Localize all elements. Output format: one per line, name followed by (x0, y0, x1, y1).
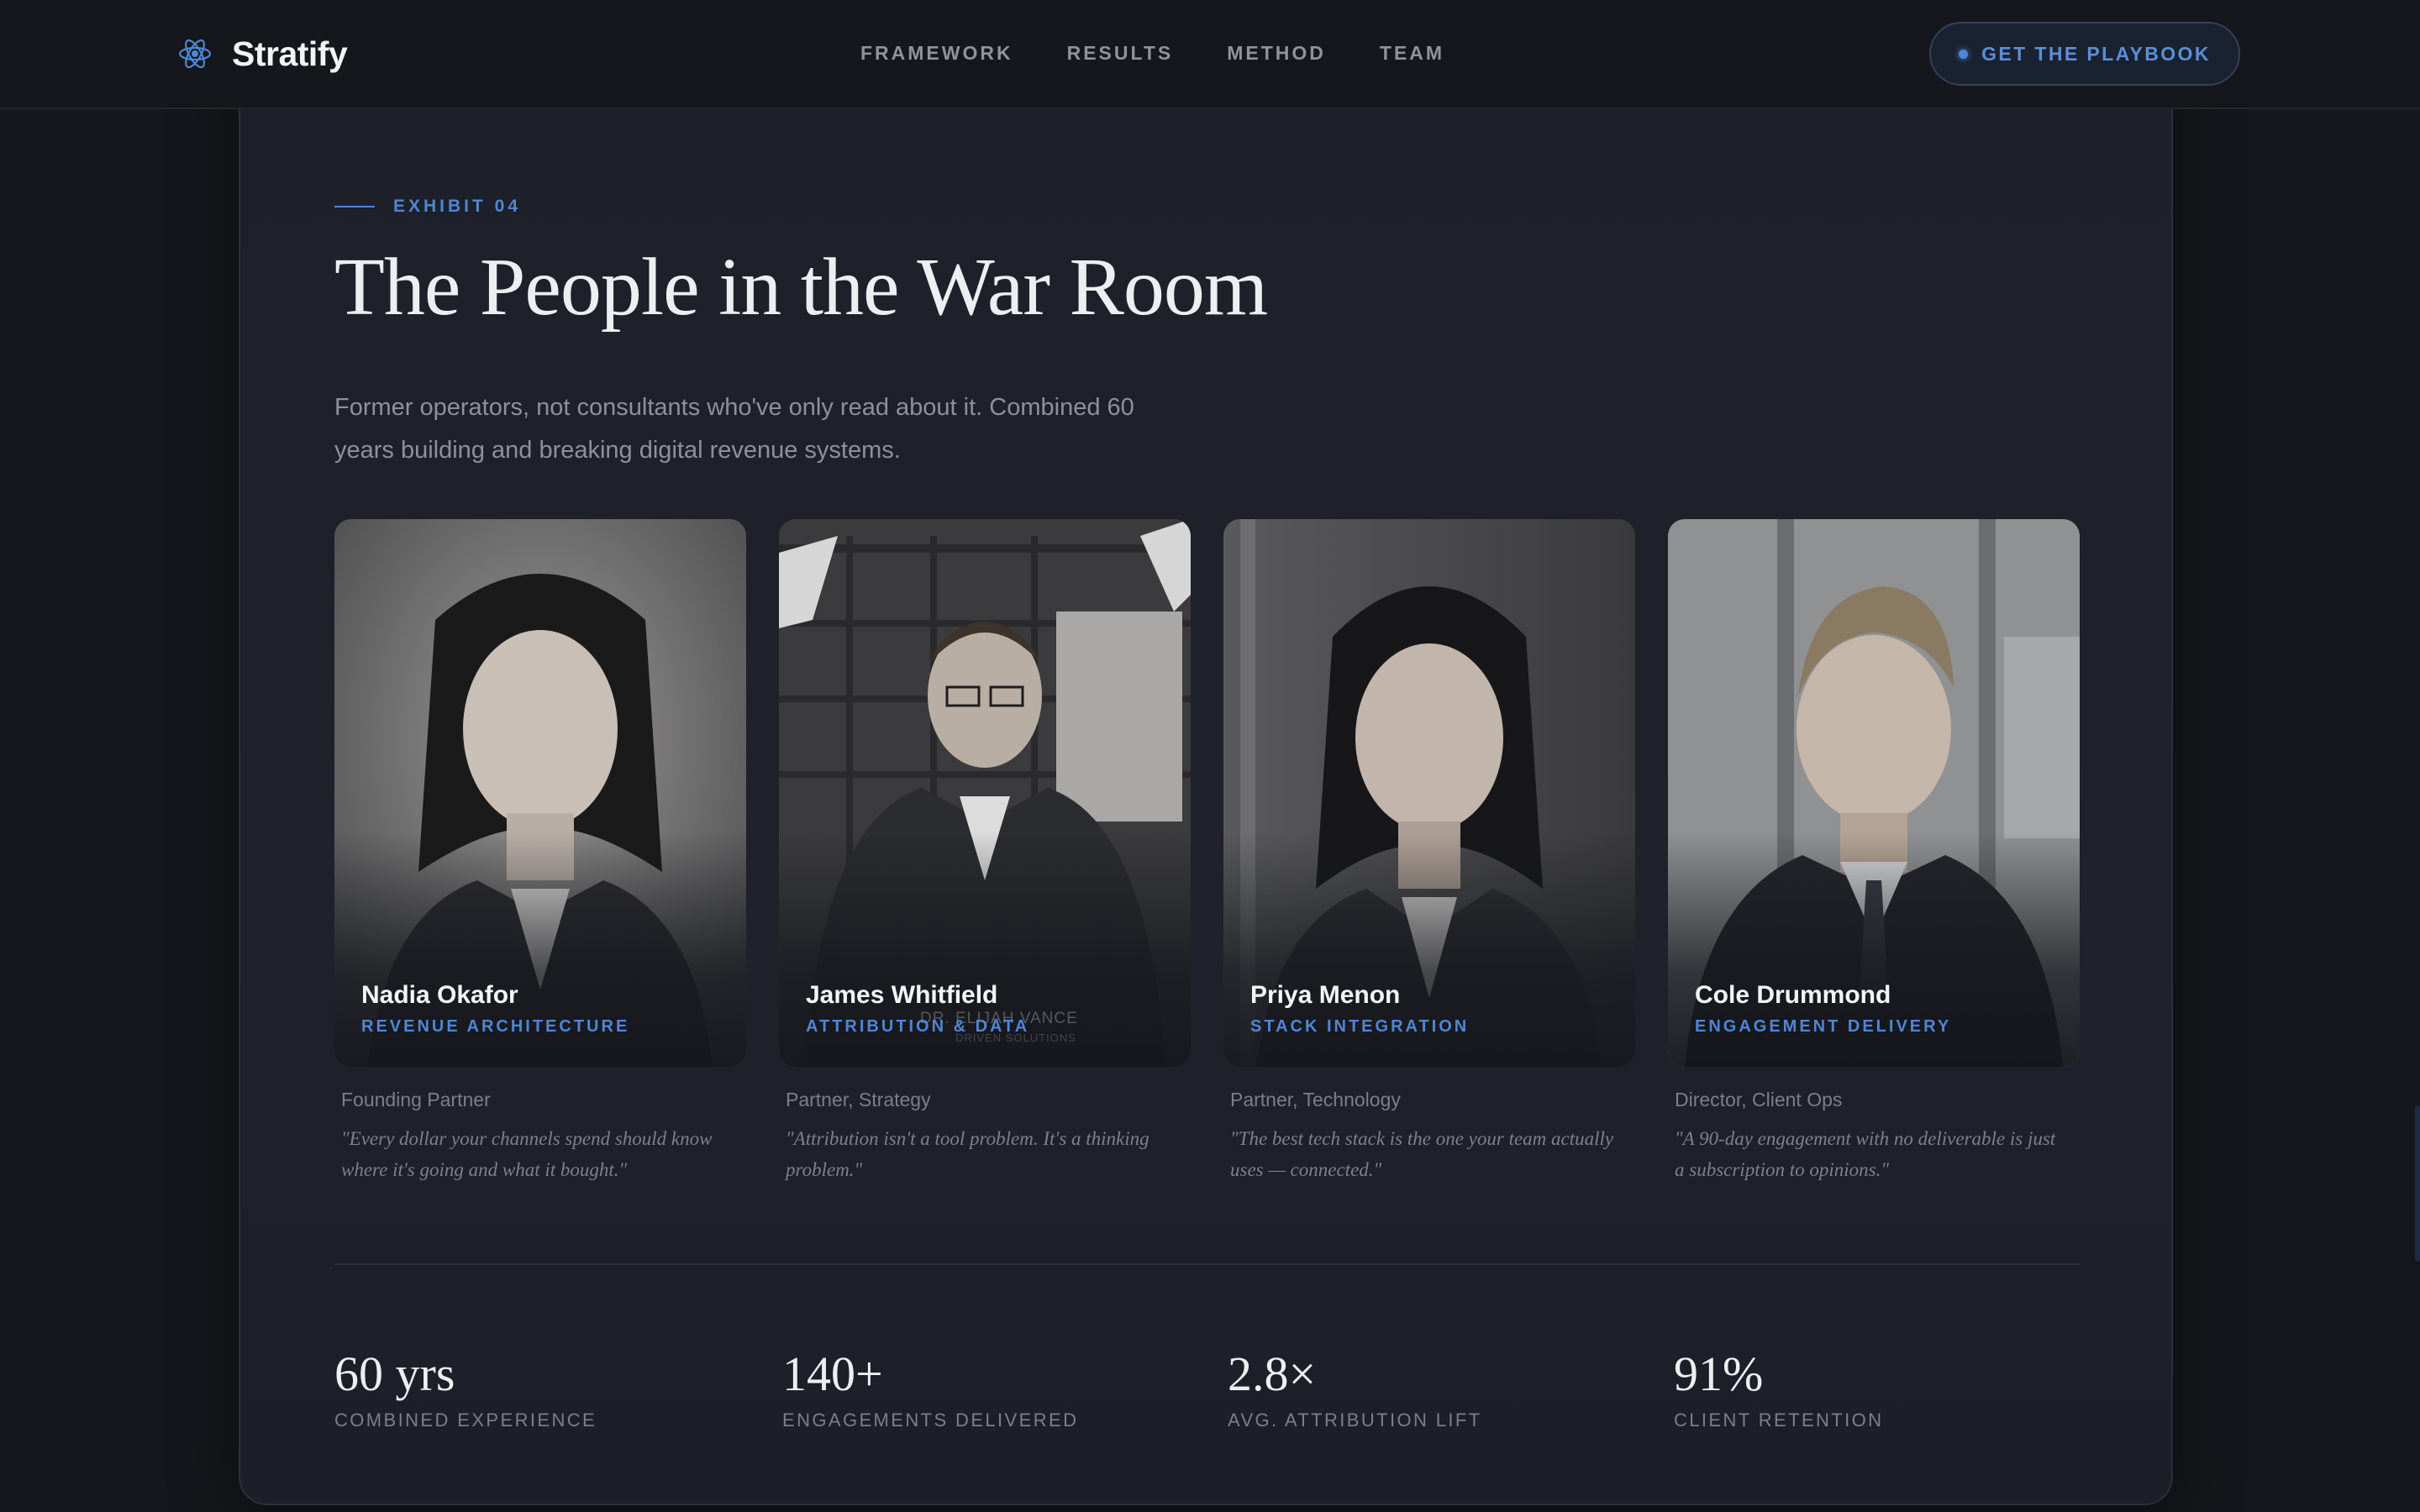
section-eyebrow: EXHIBIT 04 (334, 197, 521, 217)
stat-value: 2.8× (1228, 1347, 1317, 1401)
team-member-role: Partner, Strategy (786, 1089, 931, 1110)
section-subtitle: Former operators, not consultants who've… (334, 394, 1134, 464)
get-playbook-label: GET THE PLAYBOOK (1981, 42, 2211, 65)
stat-engagements-delivered: 140+ ENGAGEMENTS DELIVERED (782, 1347, 1078, 1431)
stat-label: COMBINED EXPERIENCE (334, 1410, 597, 1431)
team-member-quote: "Every dollar your channels spend should… (341, 1128, 713, 1180)
eyebrow-text: EXHIBIT 04 (393, 197, 522, 216)
team-member-role: Partner, Technology (1230, 1089, 1401, 1110)
top-navigation-bar: Stratify FRAMEWORK RESULTS METHOD TEAM G… (0, 0, 2420, 109)
team-member-specialty: REVENUE ARCHITECTURE (361, 1017, 630, 1036)
team-card-nadia-okafor[interactable]: Nadia Okafor REVENUE ARCHITECTURE Foundi… (334, 519, 746, 1185)
team-member-quote: "Attribution isn't a tool problem. It's … (786, 1128, 1150, 1180)
team-member-role: Founding Partner (341, 1089, 491, 1110)
team-photo: Nadia Okafor REVENUE ARCHITECTURE (334, 519, 746, 1067)
team-member-quote: "The best tech stack is the one your tea… (1230, 1128, 1614, 1180)
team-member-name: Cole Drummond (1695, 981, 1891, 1009)
team-card-james-whitfield[interactable]: DR. ELIJAH VANCE DRIVEN SOLUTIONS James … (779, 519, 1191, 1185)
stat-label: CLIENT RETENTION (1674, 1410, 1884, 1431)
stat-value: 140+ (782, 1347, 883, 1401)
dot-icon (1959, 49, 1969, 59)
stat-combined-experience: 60 yrs COMBINED EXPERIENCE (334, 1347, 597, 1431)
nav-link-team[interactable]: TEAM (1380, 39, 1444, 67)
scrollbar-thumb[interactable] (2415, 1105, 2420, 1262)
team-section: EXHIBIT 04 The People in the War Room Fo… (239, 34, 2173, 1505)
section-divider (334, 1263, 2081, 1265)
team-photo: Priya Menon STACK INTEGRATION (1223, 519, 1635, 1067)
team-member-specialty: STACK INTEGRATION (1250, 1017, 1470, 1036)
team-member-name: Priya Menon (1250, 981, 1401, 1009)
stat-attribution-lift: 2.8× AVG. ATTRIBUTION LIFT (1228, 1347, 1482, 1431)
team-member-specialty: ENGAGEMENT DELIVERY (1695, 1017, 1952, 1036)
team-photo: Cole Drummond ENGAGEMENT DELIVERY (1668, 519, 2080, 1067)
brand-name: Stratify (232, 34, 348, 73)
team-member-quote: "A 90-day engagement with no deliverable… (1675, 1128, 2056, 1180)
team-member-name: James Whitfield (806, 981, 998, 1009)
team-member-specialty: ATTRIBUTION & DATA (806, 1017, 1030, 1036)
team-member-role: Director, Client Ops (1675, 1089, 1843, 1110)
atom-icon (178, 39, 212, 69)
team-photo: DR. ELIJAH VANCE DRIVEN SOLUTIONS James … (779, 519, 1191, 1067)
stat-label: ENGAGEMENTS DELIVERED (782, 1410, 1079, 1431)
stat-label: AVG. ATTRIBUTION LIFT (1228, 1410, 1482, 1431)
nav-link-framework[interactable]: FRAMEWORK (860, 39, 1013, 67)
stat-value: 91% (1674, 1347, 1764, 1401)
stat-value: 60 yrs (334, 1347, 455, 1401)
section-title: The People in the War Room (334, 242, 1268, 333)
team-member-name: Nadia Okafor (361, 981, 518, 1009)
eyebrow-rule (334, 206, 375, 207)
nav-link-results[interactable]: RESULTS (1067, 39, 1174, 67)
nav-link-method[interactable]: METHOD (1227, 39, 1326, 67)
get-playbook-button[interactable]: GET THE PLAYBOOK (1929, 22, 2240, 86)
team-card-priya-menon[interactable]: Priya Menon STACK INTEGRATION Partner, T… (1223, 519, 1635, 1185)
main-nav: FRAMEWORK RESULTS METHOD TEAM (860, 39, 1444, 67)
brand-logo[interactable]: Stratify (176, 30, 348, 77)
stat-client-retention: 91% CLIENT RETENTION (1674, 1347, 1883, 1431)
team-card-cole-drummond[interactable]: Cole Drummond ENGAGEMENT DELIVERY Direct… (1668, 519, 2080, 1185)
